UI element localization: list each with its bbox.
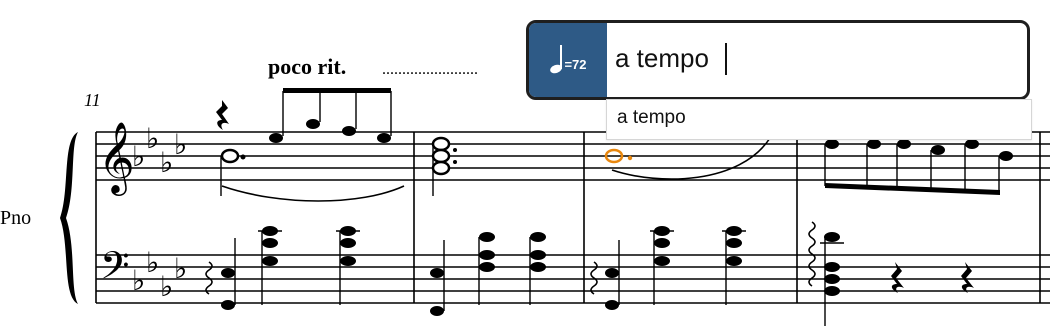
- tempo-dotted-line: ........................: [382, 61, 478, 78]
- grand-staff-brace: [60, 132, 78, 304]
- instrument-label: Pno: [0, 207, 31, 229]
- bass-clef-icon: 𝄢: [100, 243, 130, 297]
- measure-11-bass[interactable]: [205, 226, 360, 310]
- tempo-popover[interactable]: =72: [526, 20, 1030, 100]
- svg-text:♭: ♭: [174, 252, 187, 285]
- svg-text:♭: ♭: [132, 140, 145, 173]
- svg-text:♭: ♭: [146, 122, 159, 155]
- svg-text:♭: ♭: [160, 146, 173, 179]
- tempo-text-poco-rit[interactable]: poco rit.: [268, 54, 346, 79]
- text-caret: [725, 43, 727, 75]
- tempo-text-input[interactable]: [615, 41, 995, 75]
- measure-13[interactable]: [590, 137, 771, 310]
- svg-text:♭: ♭: [174, 128, 187, 161]
- svg-text:♭: ♭: [132, 264, 145, 297]
- svg-text:♭: ♭: [160, 270, 173, 303]
- measure-12[interactable]: [430, 136, 546, 316]
- metronome-mark-chip: =72: [529, 23, 607, 97]
- treble-clef-icon: 𝄞: [98, 120, 135, 196]
- metronome-value: =72: [564, 56, 587, 72]
- key-signature-treble: ♭♭♭♭: [132, 122, 187, 179]
- measure-14[interactable]: [808, 139, 1013, 326]
- suggestion-dropdown: a tempo: [606, 99, 1032, 140]
- suggestion-item-a-tempo[interactable]: a tempo: [617, 107, 686, 129]
- quarter-note-icon: [549, 45, 564, 75]
- svg-text:♭: ♭: [146, 246, 159, 279]
- bass-staff: [96, 254, 1050, 304]
- measure-number: 11: [84, 90, 101, 110]
